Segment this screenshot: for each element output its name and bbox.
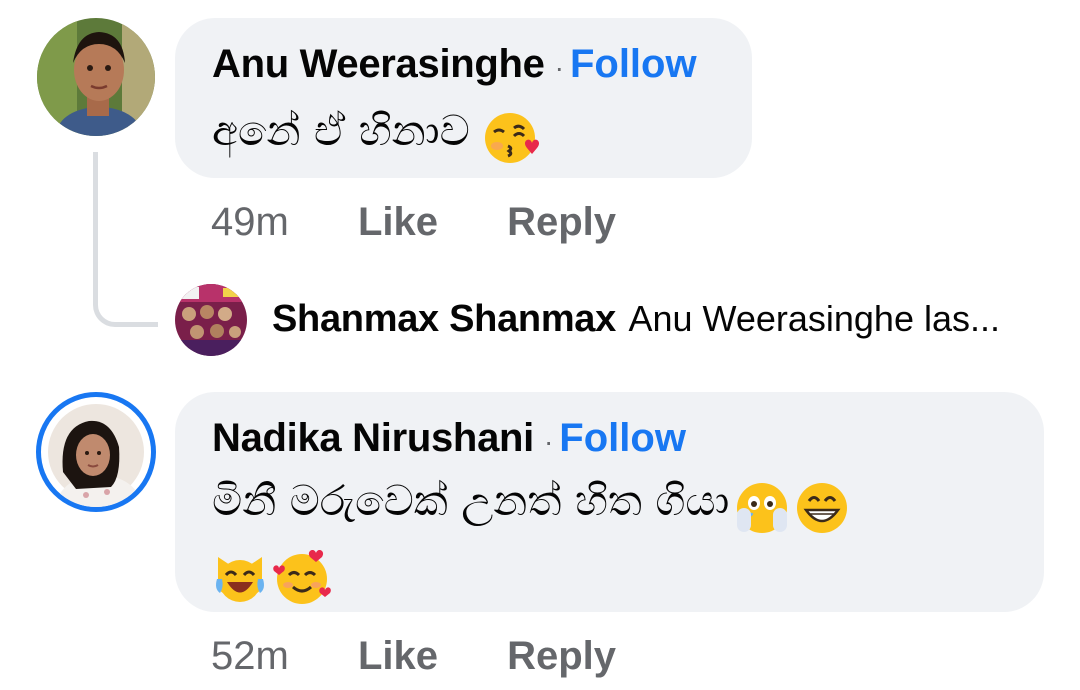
comment-timestamp[interactable]: 49m bbox=[211, 200, 289, 244]
follow-button[interactable]: Follow bbox=[559, 416, 686, 460]
comment-text: මිනී මරුවෙක් උනත් හිත ගියා bbox=[212, 476, 730, 525]
reply-button[interactable]: Reply bbox=[507, 200, 616, 244]
comment-header: Anu Weerasinghe · Follow bbox=[212, 42, 697, 87]
comment-bubble-anu[interactable]: Anu Weerasinghe · Follow අනේ ඒ හිනාව bbox=[175, 18, 752, 178]
reply-author-name: Shanmax Shanmax bbox=[272, 298, 616, 340]
comment-header: Nadika Nirushani · Follow bbox=[212, 416, 686, 461]
comment-body: අනේ ඒ හිනාව bbox=[212, 106, 540, 171]
avatar-nadika-nirushani[interactable] bbox=[36, 392, 156, 512]
comment-bubble-nadika[interactable]: Nadika Nirushani · Follow මිනී මරුවෙක් උනත… bbox=[175, 392, 1044, 612]
comment-body: මිනී මරුවෙක් උනත් හිත ගියා bbox=[212, 476, 1012, 612]
like-button[interactable]: Like bbox=[358, 200, 438, 244]
reply-snippet-text: Anu Weerasinghe las... bbox=[628, 298, 1000, 339]
face-hands-over-mouth-emoji bbox=[734, 480, 790, 541]
grinning-face-emoji bbox=[794, 480, 850, 541]
comment-author-name[interactable]: Nadika Nirushani bbox=[212, 416, 534, 460]
avatar-shanmax[interactable] bbox=[175, 284, 247, 356]
thread-connector-line bbox=[93, 152, 158, 327]
comment-actions: 49m Like Reply bbox=[211, 200, 616, 245]
smiling-face-with-hearts-emoji bbox=[272, 547, 332, 612]
reply-preview[interactable]: Shanmax Shanmax Anu Weerasinghe las... bbox=[272, 298, 1000, 341]
face-blowing-kiss-emoji bbox=[484, 110, 540, 171]
comment-timestamp[interactable]: 52m bbox=[211, 634, 289, 678]
avatar-anu-weerasinghe[interactable] bbox=[37, 18, 155, 136]
like-button[interactable]: Like bbox=[358, 634, 438, 678]
comment-actions: 52m Like Reply bbox=[211, 634, 616, 679]
separator-dot: · bbox=[554, 52, 564, 83]
comment-text: අනේ ඒ හිනාව bbox=[212, 106, 470, 155]
comment-author-name[interactable]: Anu Weerasinghe bbox=[212, 42, 545, 86]
separator-dot: · bbox=[543, 426, 554, 457]
follow-button[interactable]: Follow bbox=[570, 42, 697, 86]
cat-tears-of-joy-emoji bbox=[212, 549, 268, 610]
reply-button[interactable]: Reply bbox=[507, 634, 616, 678]
